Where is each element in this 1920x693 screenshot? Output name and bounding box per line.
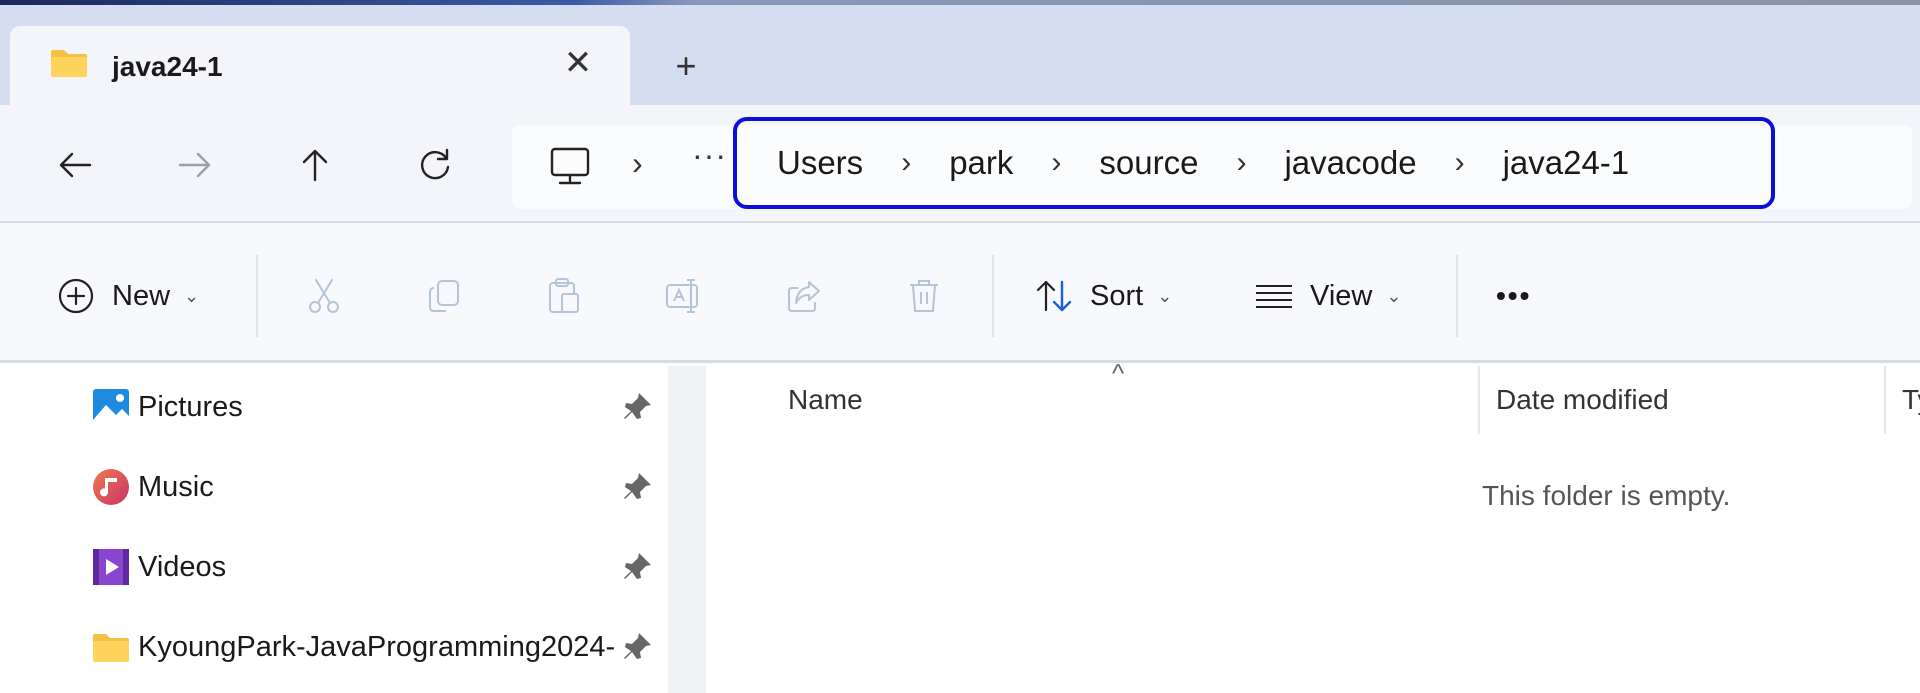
sidebar-item-label: Music: [138, 470, 214, 503]
cut-button[interactable]: [304, 271, 344, 321]
sort-button[interactable]: Sort ⌄: [1034, 271, 1172, 321]
breadcrumb-java24-1[interactable]: java24-1: [1503, 144, 1630, 182]
clipboard-icon: [549, 278, 579, 313]
sidebar-item-pictures[interactable]: Pictures: [92, 382, 243, 432]
address-field[interactable]: › ··· Users › park › source › javacode ›…: [512, 117, 1912, 209]
breadcrumb-users[interactable]: Users: [777, 144, 863, 182]
empty-folder-message: This folder is empty.: [1482, 480, 1731, 511]
column-header-date-modified[interactable]: Date modified: [1496, 384, 1669, 416]
up-button[interactable]: [290, 140, 340, 190]
new-button[interactable]: New ⌄: [56, 271, 199, 321]
copy-button[interactable]: [424, 271, 464, 321]
view-button[interactable]: View ⌄: [1254, 271, 1401, 321]
breadcrumb: Users › park › source › javacode › java2…: [737, 121, 1629, 205]
pin-icon[interactable]: [620, 630, 654, 664]
toolbar-divider: [1456, 255, 1458, 337]
forward-button[interactable]: [170, 140, 220, 190]
share-button[interactable]: [784, 271, 824, 321]
trash-icon: [910, 280, 938, 312]
chevron-down-icon: ⌄: [1386, 285, 1402, 306]
tab-java24-1[interactable]: java24-1 ✕: [10, 26, 630, 110]
pictures-icon: [93, 389, 129, 425]
sort-indicator-icon: ^: [1112, 358, 1125, 388]
more-options-button[interactable]: •••: [1496, 271, 1531, 321]
plus-circle-icon: [58, 278, 94, 314]
sidebar-item-music[interactable]: Music: [92, 462, 214, 512]
music-icon: [93, 469, 129, 505]
navigation-bar: › ··· Users › park › source › javacode ›…: [0, 105, 1920, 223]
folder-icon: [51, 50, 87, 77]
breadcrumb-separator[interactable]: ›: [1455, 146, 1465, 180]
breadcrumb-separator[interactable]: ›: [901, 146, 911, 180]
chevron-down-icon: ⌄: [1157, 285, 1173, 306]
breadcrumb-park[interactable]: park: [949, 144, 1013, 182]
breadcrumb-separator[interactable]: ›: [632, 145, 643, 182]
navigation-pane: Pictures Music Videos KyoungPark-JavaPro…: [0, 366, 668, 693]
arrow-left-icon: [59, 152, 92, 178]
tab-bar: java24-1 ✕ +: [0, 0, 1920, 110]
column-header-name[interactable]: Name: [788, 384, 863, 416]
this-pc-icon[interactable]: [548, 145, 592, 189]
breadcrumb-separator[interactable]: ›: [1236, 146, 1246, 180]
command-bar: New ⌄ Sort ⌄ View ⌄ •••: [0, 223, 1920, 363]
refresh-icon: [421, 148, 450, 180]
rename-button[interactable]: [664, 271, 704, 321]
sidebar-item-label: Videos: [138, 550, 227, 583]
new-tab-button[interactable]: +: [666, 46, 706, 86]
sidebar-item-label: Pictures: [138, 390, 243, 423]
rename-icon: [666, 279, 698, 313]
column-header-type[interactable]: Ty: [1902, 384, 1920, 416]
breadcrumb-source[interactable]: source: [1099, 144, 1198, 182]
paste-button[interactable]: [544, 271, 584, 321]
new-label: New: [112, 279, 171, 312]
refresh-button[interactable]: [410, 140, 460, 190]
sidebar-item-videos[interactable]: Videos: [92, 542, 226, 592]
copy-icon: [429, 280, 459, 312]
sort-icon: [1036, 280, 1072, 312]
delete-button[interactable]: [904, 271, 944, 321]
pin-icon[interactable]: [620, 550, 654, 584]
breadcrumb-highlight-box: Users › park › source › javacode › java2…: [733, 117, 1775, 209]
folder-icon: [93, 634, 129, 662]
column-divider[interactable]: [1884, 366, 1886, 434]
sort-label: Sort: [1090, 279, 1144, 312]
breadcrumb-separator[interactable]: ›: [1051, 146, 1061, 180]
view-lines-icon: [1256, 285, 1292, 308]
pin-icon[interactable]: [620, 390, 654, 424]
window-top-edge: [0, 0, 1920, 5]
back-button[interactable]: [50, 140, 100, 190]
view-label: View: [1310, 279, 1373, 312]
toolbar-divider: [992, 255, 994, 337]
pin-icon[interactable]: [620, 470, 654, 504]
scissors-icon: [309, 279, 339, 313]
arrow-right-icon: [178, 152, 211, 178]
tab-close-icon[interactable]: ✕: [558, 44, 598, 84]
share-icon: [788, 281, 820, 312]
breadcrumb-overflow-button[interactable]: ···: [692, 137, 727, 174]
videos-icon: [93, 549, 129, 585]
navigation-pane-scrollbar[interactable]: [668, 366, 706, 693]
sidebar-item-kyoungpark-javaprogramming2024[interactable]: KyoungPark-JavaProgramming2024-: [92, 622, 622, 672]
file-list: ^ Name Date modified Ty This folder is e…: [706, 358, 1920, 693]
sidebar-item-label: KyoungPark-JavaProgramming2024-: [138, 630, 616, 663]
toolbar-divider: [256, 255, 258, 337]
tab-title: java24-1: [112, 51, 223, 82]
column-divider[interactable]: [1478, 366, 1480, 434]
breadcrumb-javacode[interactable]: javacode: [1284, 144, 1416, 182]
arrow-up-icon: [302, 149, 328, 182]
chevron-down-icon: ⌄: [184, 285, 200, 306]
